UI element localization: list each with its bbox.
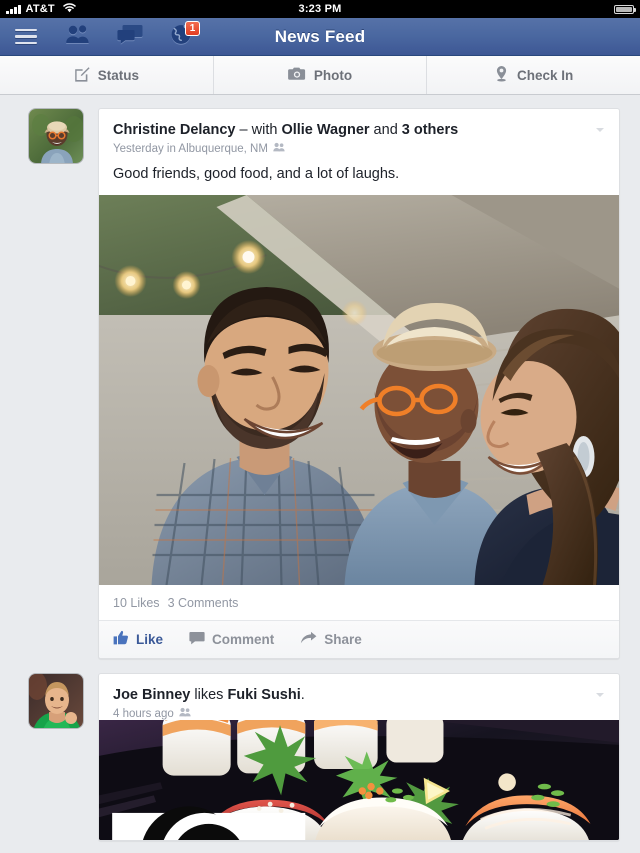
post-header: Joe Binney likes Fuki Sushi. 4 hours ago [99, 674, 619, 720]
post-author[interactable]: Christine Delancy [113, 122, 236, 138]
chevron-down-icon [596, 693, 604, 697]
battery-icon [614, 4, 636, 14]
notifications-button[interactable]: 1 [156, 18, 208, 56]
post-liked-page[interactable]: Fuki Sushi [227, 687, 300, 703]
byline-end: . [300, 687, 305, 703]
avatar-joe-binney[interactable] [28, 673, 84, 729]
post-byline: Christine Delancy – with Ollie Wagner an… [113, 121, 605, 139]
post-author[interactable]: Joe Binney [113, 687, 190, 703]
comment-bubble-icon [189, 631, 205, 648]
share-button-label: Share [324, 631, 362, 647]
chevron-down-icon [596, 128, 604, 132]
post-tagged-friend[interactable]: Ollie Wagner [281, 122, 369, 138]
nav-icon-group: 1 [0, 18, 208, 56]
share-arrow-icon [300, 631, 317, 648]
feed-post: Joe Binney likes Fuki Sushi. 4 hours ago [0, 673, 640, 841]
hamburger-menu-icon [15, 28, 37, 45]
like-button[interactable]: Like [113, 630, 163, 648]
post-byline: Joe Binney likes Fuki Sushi. [113, 686, 605, 704]
byline-connector: likes [190, 687, 228, 703]
post-card: Christine Delancy – with Ollie Wagner an… [98, 108, 620, 659]
composer-tab-bar: Status Photo Check In [0, 56, 640, 95]
notification-badge: 1 [185, 20, 200, 36]
messages-button[interactable] [104, 18, 156, 56]
tab-check-in[interactable]: Check In [427, 56, 640, 94]
post-menu-button[interactable] [593, 123, 607, 137]
like-button-label: Like [136, 631, 164, 647]
friends-privacy-icon[interactable] [179, 707, 191, 720]
friend-requests-icon [65, 23, 91, 50]
post-card: Joe Binney likes Fuki Sushi. 4 hours ago [98, 673, 620, 841]
friend-requests-button[interactable] [52, 18, 104, 56]
photo-sushi-platter[interactable] [99, 720, 619, 840]
thumbs-up-icon [113, 630, 129, 648]
phone-screen: AT&T 3:23 PM 1 News Feed Status Photo Ch… [0, 0, 640, 853]
tab-photo[interactable]: Photo [214, 56, 428, 94]
status-bar-clock: 3:23 PM [298, 3, 342, 15]
tab-status[interactable]: Status [0, 56, 214, 94]
camera-icon [287, 66, 306, 84]
location-pin-icon [494, 65, 509, 85]
photo-three-friends-laughing[interactable] [99, 195, 619, 585]
feed-post: Christine Delancy – with Ollie Wagner an… [0, 108, 640, 659]
status-bar: AT&T 3:23 PM [0, 0, 640, 18]
tab-status-label: Status [97, 67, 139, 83]
post-tagged-others[interactable]: 3 others [402, 122, 458, 138]
comment-button[interactable]: Comment [189, 631, 274, 648]
comment-button-label: Comment [212, 631, 275, 647]
comment-count: 3 Comments [167, 596, 239, 610]
byline-and: and [369, 122, 402, 138]
post-menu-button[interactable] [593, 688, 607, 702]
news-feed-scroll[interactable]: Christine Delancy – with Ollie Wagner an… [0, 95, 640, 853]
tab-check-in-label: Check In [517, 67, 574, 83]
tab-photo-label: Photo [313, 67, 353, 83]
post-meta: 4 hours ago [113, 707, 605, 720]
post-engagement-stats[interactable]: 10 Likes 3 Comments [99, 585, 619, 620]
messages-icon [117, 23, 143, 50]
post-message: Good friends, good food, and a lot of la… [113, 166, 400, 182]
share-button[interactable]: Share [300, 631, 362, 648]
byline-connector: – with [235, 122, 282, 138]
post-timestamp: Yesterday in Albuquerque, NM [113, 142, 268, 155]
post-meta: Yesterday in Albuquerque, NM [113, 142, 605, 155]
hamburger-menu-button[interactable] [0, 18, 52, 56]
compose-pencil-icon [74, 66, 90, 85]
friends-privacy-icon[interactable] [273, 142, 285, 155]
post-header: Christine Delancy – with Ollie Wagner an… [99, 109, 619, 155]
post-timestamp: 4 hours ago [113, 707, 174, 720]
post-action-bar: Like Comment Share [99, 620, 619, 658]
like-count: 10 Likes [113, 596, 160, 610]
navigation-bar: 1 News Feed [0, 18, 640, 56]
avatar-christine-delancy[interactable] [28, 108, 84, 164]
